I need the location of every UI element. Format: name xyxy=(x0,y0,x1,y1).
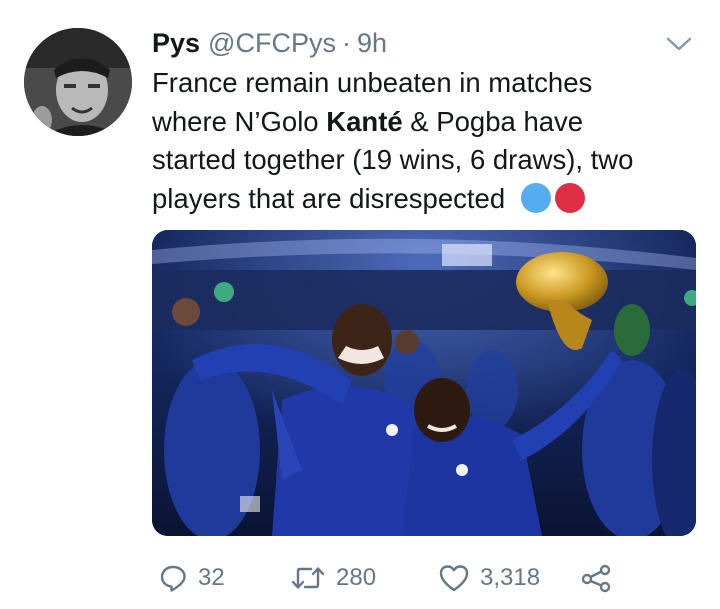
blue-circle-emoji xyxy=(520,182,551,213)
tweet-photo[interactable] xyxy=(152,230,696,536)
tweet-text-line: France remain unbeaten in matches xyxy=(152,67,593,98)
like-icon xyxy=(438,563,470,593)
tweet-header: Pys @CFCPys · 9h xyxy=(152,28,387,62)
bold-name: Kanté xyxy=(326,105,403,137)
tweet[interactable]: Pys @CFCPys · 9h France remain unbeaten … xyxy=(0,0,720,609)
retweet-icon xyxy=(290,563,326,593)
tweet-text: France remain unbeaten in matches where … xyxy=(152,64,692,218)
like-count: 3,318 xyxy=(480,564,541,591)
share-icon xyxy=(580,563,612,593)
retweet-count: 280 xyxy=(336,564,377,591)
reply-button[interactable]: 32 xyxy=(158,558,225,598)
retweet-button[interactable]: 280 xyxy=(290,558,376,598)
avatar[interactable] xyxy=(24,28,132,136)
user-handle[interactable]: @CFCPys xyxy=(208,28,336,59)
text-segment: where N’Golo xyxy=(152,105,327,137)
separator-dot: · xyxy=(341,28,351,58)
tweet-text-line: started together (19 wins, 6 draws), two xyxy=(152,144,634,175)
display-name[interactable]: Pys xyxy=(152,28,200,59)
reply-icon xyxy=(158,563,188,593)
reply-count: 32 xyxy=(198,564,225,591)
timestamp[interactable]: 9h xyxy=(357,28,387,59)
red-circle-emoji xyxy=(554,182,585,213)
chevron-down-icon[interactable] xyxy=(664,34,694,54)
tweet-text-line: where N’Golo Kanté & Pogba have xyxy=(152,103,692,142)
like-button[interactable]: 3,318 xyxy=(438,558,540,598)
text-segment: players that are disrespected xyxy=(152,182,513,214)
share-button[interactable] xyxy=(580,558,612,598)
tweet-actions: 32 280 3,318 xyxy=(152,558,692,598)
text-segment: & Pogba have xyxy=(402,105,584,137)
tweet-text-line: players that are disrespected xyxy=(152,180,692,219)
